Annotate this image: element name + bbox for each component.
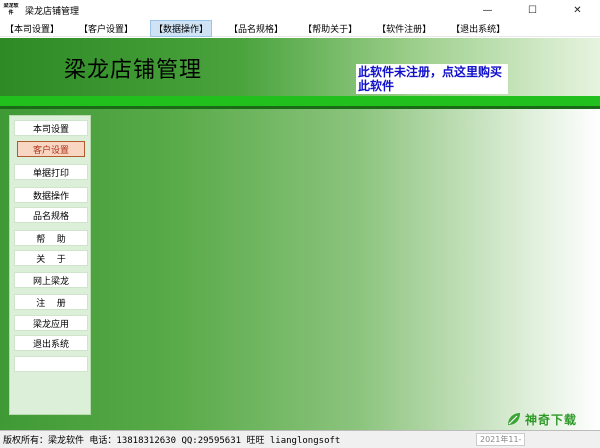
close-button[interactable]: ✕ bbox=[555, 0, 600, 20]
watermark-text: 神奇下载 bbox=[525, 412, 578, 427]
status-bar: 版权所有：梁龙软件 电话：13818312630 QQ:29595631 旺旺 … bbox=[0, 430, 600, 448]
title-bar: 梁龙软件 梁龙店铺管理 — ☐ ✕ bbox=[0, 0, 600, 20]
sidebar-item-company-settings[interactable]: 本司设置 bbox=[14, 120, 88, 136]
sidebar-item-exit[interactable]: 退出系统 bbox=[14, 335, 88, 351]
window-controls: — ☐ ✕ bbox=[465, 0, 600, 20]
minimize-button[interactable]: — bbox=[465, 0, 510, 20]
menu-bar: 【本司设置】 【客户设置】 【数据操作】 【品名规格】 【帮助关于】 【软件注册… bbox=[0, 19, 600, 37]
register-link[interactable]: 此软件未注册，点这里购买此软件 bbox=[356, 64, 508, 94]
status-date: 2021年11- bbox=[476, 433, 526, 446]
leaf-logo-icon bbox=[508, 413, 520, 425]
main-area: 梁龙店铺管理 此软件未注册，点这里购买此软件 本司设置 客户设置 单据打印 数据… bbox=[0, 38, 600, 430]
sidebar-item-customer-settings[interactable]: 客户设置 bbox=[17, 141, 85, 157]
menu-product-specs[interactable]: 【品名规格】 bbox=[226, 21, 286, 36]
app-heading: 梁龙店铺管理 bbox=[64, 58, 203, 83]
menu-exit-system[interactable]: 【退出系统】 bbox=[448, 21, 508, 36]
sidebar: 本司设置 客户设置 单据打印 数据操作 品名规格 帮 助 关 于 网上梁龙 注 … bbox=[9, 115, 91, 415]
sidebar-item-print-documents[interactable]: 单据打印 bbox=[14, 164, 88, 180]
header-stripe bbox=[0, 96, 600, 106]
header-divider bbox=[0, 106, 600, 109]
window-title: 梁龙店铺管理 bbox=[25, 6, 80, 17]
sidebar-item-register[interactable]: 注 册 bbox=[14, 294, 88, 310]
sidebar-item-about[interactable]: 关 于 bbox=[14, 250, 88, 266]
app-icon: 梁龙软件 bbox=[3, 3, 19, 16]
menu-company-settings[interactable]: 【本司设置】 bbox=[2, 21, 62, 36]
sidebar-item-data-operations[interactable]: 数据操作 bbox=[14, 187, 88, 203]
watermark: 神奇下载 bbox=[506, 408, 598, 430]
menu-help-about[interactable]: 【帮助关于】 bbox=[300, 21, 360, 36]
sidebar-item-product-specs[interactable]: 品名规格 bbox=[14, 207, 88, 223]
menu-customer-settings[interactable]: 【客户设置】 bbox=[76, 21, 136, 36]
sidebar-empty-slot bbox=[14, 356, 88, 372]
menu-software-register[interactable]: 【软件注册】 bbox=[374, 21, 434, 36]
sidebar-item-help[interactable]: 帮 助 bbox=[14, 230, 88, 246]
copyright-text: 版权所有：梁龙软件 电话：13818312630 QQ:29595631 旺旺 … bbox=[3, 436, 341, 446]
sidebar-item-online[interactable]: 网上梁龙 bbox=[14, 272, 88, 288]
sidebar-item-apps[interactable]: 梁龙应用 bbox=[14, 315, 88, 331]
menu-data-operations[interactable]: 【数据操作】 bbox=[150, 19, 213, 37]
maximize-button[interactable]: ☐ bbox=[510, 0, 555, 20]
